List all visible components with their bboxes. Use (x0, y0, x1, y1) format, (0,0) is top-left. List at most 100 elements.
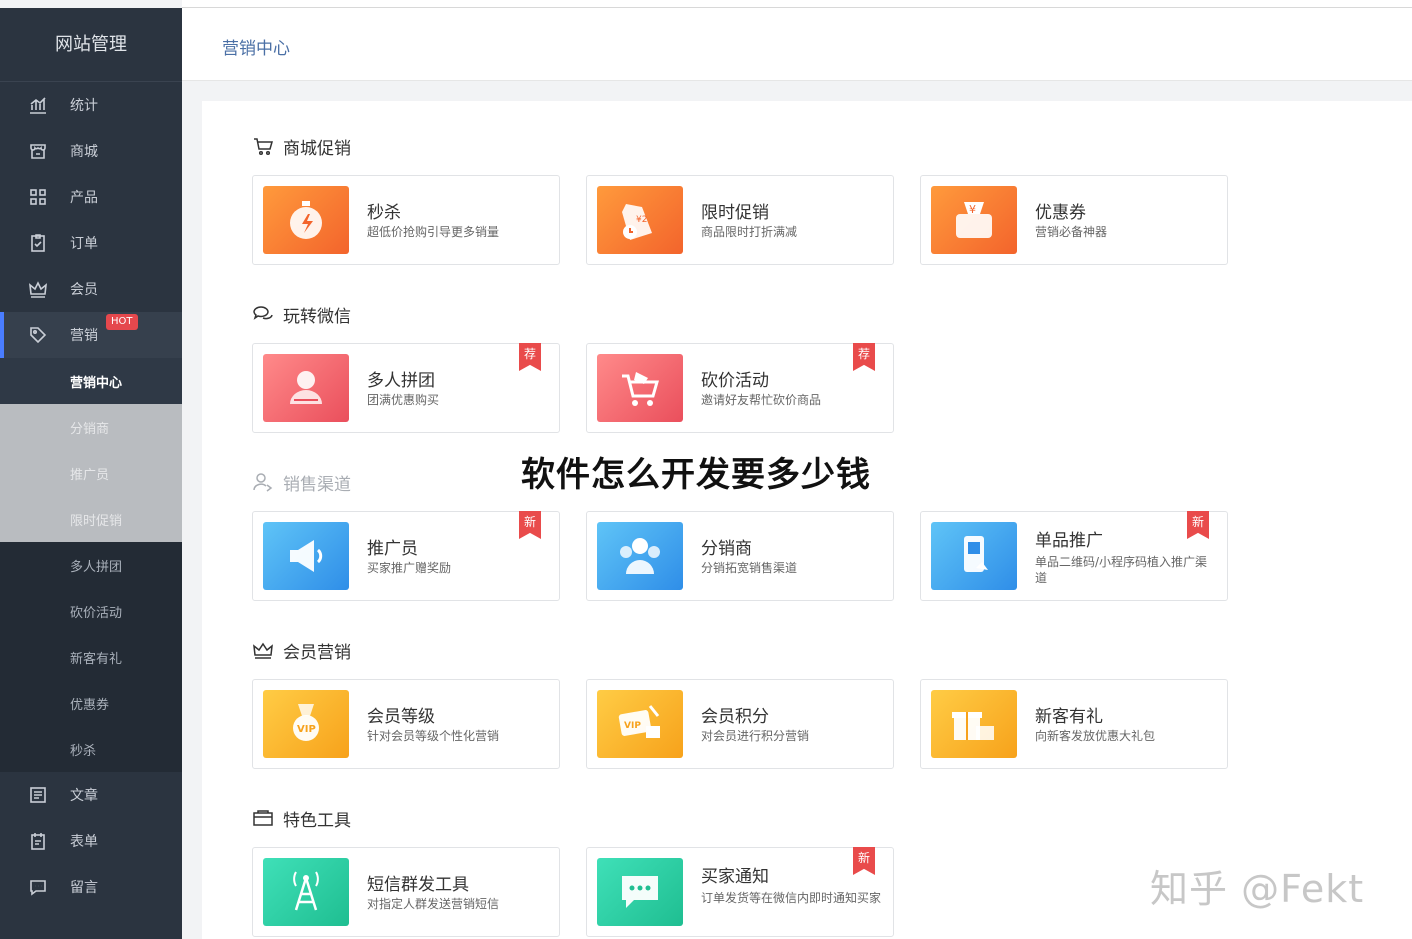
card-desc: 向新客发放优惠大礼包 (1035, 729, 1156, 743)
sidebar-item-store[interactable]: 商城 (0, 128, 182, 174)
card-desc: 分销拓宽销售渠道 (701, 561, 798, 575)
sidebar-item-label: 营销 (70, 328, 98, 344)
sidebar-item-label: 会员 (70, 282, 98, 298)
section-title-text: 商城促销 (283, 138, 351, 159)
form-icon (28, 831, 48, 851)
card-sms-tool[interactable]: 短信群发工具 对指定人群发送营销短信 (252, 847, 560, 937)
card-member-points[interactable]: VIP 会员积分 对会员进行积分营销 (586, 679, 894, 769)
section-title-wechat: 玩转微信 (252, 302, 351, 327)
card-name: 推广员 (367, 539, 418, 559)
section-title-member-marketing: 会员营销 (252, 638, 351, 663)
card-distributor[interactable]: 分销商 分销拓宽销售渠道 (586, 511, 894, 601)
marketing-submenu: 营销中心 分销商 推广员 限时促销 多人拼团 砍价活动 新客有礼 优惠券 秒杀 (0, 358, 182, 772)
recommend-badge: 荐 (853, 343, 875, 371)
card-coupon[interactable]: ¥ 优惠券 营销必备神器 (920, 175, 1228, 265)
user-share-icon (253, 473, 273, 492)
message-icon (28, 877, 48, 897)
submenu-item-seckill[interactable]: 秒杀 (0, 726, 182, 772)
submenu-item-group-buy[interactable]: 多人拼团 (0, 542, 182, 588)
submenu-item-flash-promo[interactable]: 限时促销 (0, 496, 182, 542)
sidebar-item-label: 产品 (70, 190, 98, 206)
card-name: 限时促销 (701, 203, 769, 223)
card-desc: 商品限时打折满减 (701, 225, 798, 239)
new-badge: 新 (853, 847, 875, 875)
card-product-promo[interactable]: 单品推广 单品二维码/小程序码植入推广渠道 新 (920, 511, 1228, 601)
price-tag-icon: ¥2 (597, 186, 683, 254)
sidebar-item-stats[interactable]: 统计 (0, 82, 182, 128)
vip-card-icon: VIP (597, 690, 683, 758)
sidebar-item-label: 文章 (70, 788, 98, 804)
card-desc: 超低价抢购引导更多销量 (367, 225, 500, 239)
stopwatch-icon (263, 186, 349, 254)
grid-icon (28, 187, 48, 207)
sidebar-item-marketing[interactable]: 营销 HOT (0, 312, 182, 358)
sidebar-item-members[interactable]: 会员 (0, 266, 182, 312)
new-badge: 新 (519, 511, 541, 539)
card-name: 买家通知 (701, 867, 769, 887)
section-title-text: 特色工具 (283, 810, 351, 831)
clipboard-icon (28, 233, 48, 253)
submenu-item-distributor[interactable]: 分销商 (0, 404, 182, 450)
phone-qr-icon (931, 522, 1017, 590)
submenu-item-promoter[interactable]: 推广员 (0, 450, 182, 496)
submenu-item-coupon[interactable]: 优惠券 (0, 680, 182, 726)
submenu-item-new-customer[interactable]: 新客有礼 (0, 634, 182, 680)
submenu-dim-group: 分销商 推广员 限时促销 (0, 404, 182, 542)
card-seckill[interactable]: 秒杀 超低价抢购引导更多销量 (252, 175, 560, 265)
page-header: 营销中心 (182, 8, 1412, 81)
marketing-panel: 商城促销 秒杀 超低价抢购引导更多销量 ¥2 限时促销 商品限时打折满减 ¥ 优… (202, 101, 1412, 939)
section-title-text: 玩转微信 (283, 306, 351, 327)
card-group-buy[interactable]: 多人拼团 团满优惠购买 荐 (252, 343, 560, 433)
card-name: 短信群发工具 (367, 875, 469, 895)
sidebar-item-products[interactable]: 产品 (0, 174, 182, 220)
chat-bubble-icon (597, 858, 683, 926)
vip-medal-icon: VIP (263, 690, 349, 758)
crown-icon (28, 279, 48, 299)
card-name: 优惠券 (1035, 203, 1086, 223)
shopping-cart-icon (597, 354, 683, 422)
toolbox-icon (253, 810, 273, 826)
sidebar-item-forms[interactable]: 表单 (0, 818, 182, 864)
section-title-text: 销售渠道 (283, 474, 351, 495)
card-name: 秒杀 (367, 203, 401, 223)
card-buyer-notify[interactable]: 买家通知 订单发货等在微信内即时通知买家 新 (586, 847, 894, 937)
card-flash-promo[interactable]: ¥2 限时促销 商品限时打折满减 (586, 175, 894, 265)
section-title-sales-channel: 销售渠道 (252, 470, 351, 495)
sidebar-item-label: 商城 (70, 144, 98, 160)
chat-icon (253, 306, 273, 320)
cart-icon (254, 138, 273, 156)
card-name: 砍价活动 (701, 371, 769, 391)
section-title-text: 会员营销 (283, 642, 351, 663)
sidebar-title: 网站管理 (0, 8, 182, 82)
card-desc: 邀请好友帮忙砍价商品 (701, 393, 822, 407)
card-name: 会员等级 (367, 707, 435, 727)
sidebar-item-orders[interactable]: 订单 (0, 220, 182, 266)
megaphone-icon (263, 522, 349, 590)
hot-badge: HOT (106, 314, 138, 330)
card-desc: 对会员进行积分营销 (701, 729, 810, 743)
chart-icon (28, 95, 48, 115)
card-name: 单品推广 (1035, 531, 1103, 551)
card-desc: 针对会员等级个性化营销 (367, 729, 500, 743)
section-title-special-tools: 特色工具 (252, 806, 351, 831)
card-name: 新客有礼 (1035, 707, 1103, 727)
sidebar-nav: 统计 商城 产品 订单 会员 营销 HOT (0, 82, 182, 358)
watermark: 知乎 @Fekt (1150, 867, 1365, 911)
sidebar-item-messages[interactable]: 留言 (0, 864, 182, 910)
page-title: 营销中心 (222, 39, 290, 59)
sidebar-nav-lower: 文章 表单 留言 (0, 772, 182, 910)
card-desc: 营销必备神器 (1035, 225, 1108, 239)
card-member-level[interactable]: VIP 会员等级 针对会员等级个性化营销 (252, 679, 560, 769)
sidebar-item-articles[interactable]: 文章 (0, 772, 182, 818)
new-badge: 新 (1187, 511, 1209, 539)
card-promoter[interactable]: 推广员 买家推广赠奖励 新 (252, 511, 560, 601)
submenu-item-marketing-center[interactable]: 营销中心 (0, 358, 182, 404)
sidebar-item-label: 统计 (70, 98, 98, 114)
card-bargain[interactable]: 砍价活动 邀请好友帮忙砍价商品 荐 (586, 343, 894, 433)
card-desc: 买家推广赠奖励 (367, 561, 452, 575)
sidebar: 网站管理 统计 商城 产品 订单 会员 营销 HOT 营销中心 分销商 推广员 … (0, 8, 182, 939)
top-border (182, 0, 1412, 8)
sidebar-item-label: 留言 (70, 880, 98, 896)
card-new-customer-gift[interactable]: 新客有礼 向新客发放优惠大礼包 (920, 679, 1228, 769)
submenu-item-bargain[interactable]: 砍价活动 (0, 588, 182, 634)
